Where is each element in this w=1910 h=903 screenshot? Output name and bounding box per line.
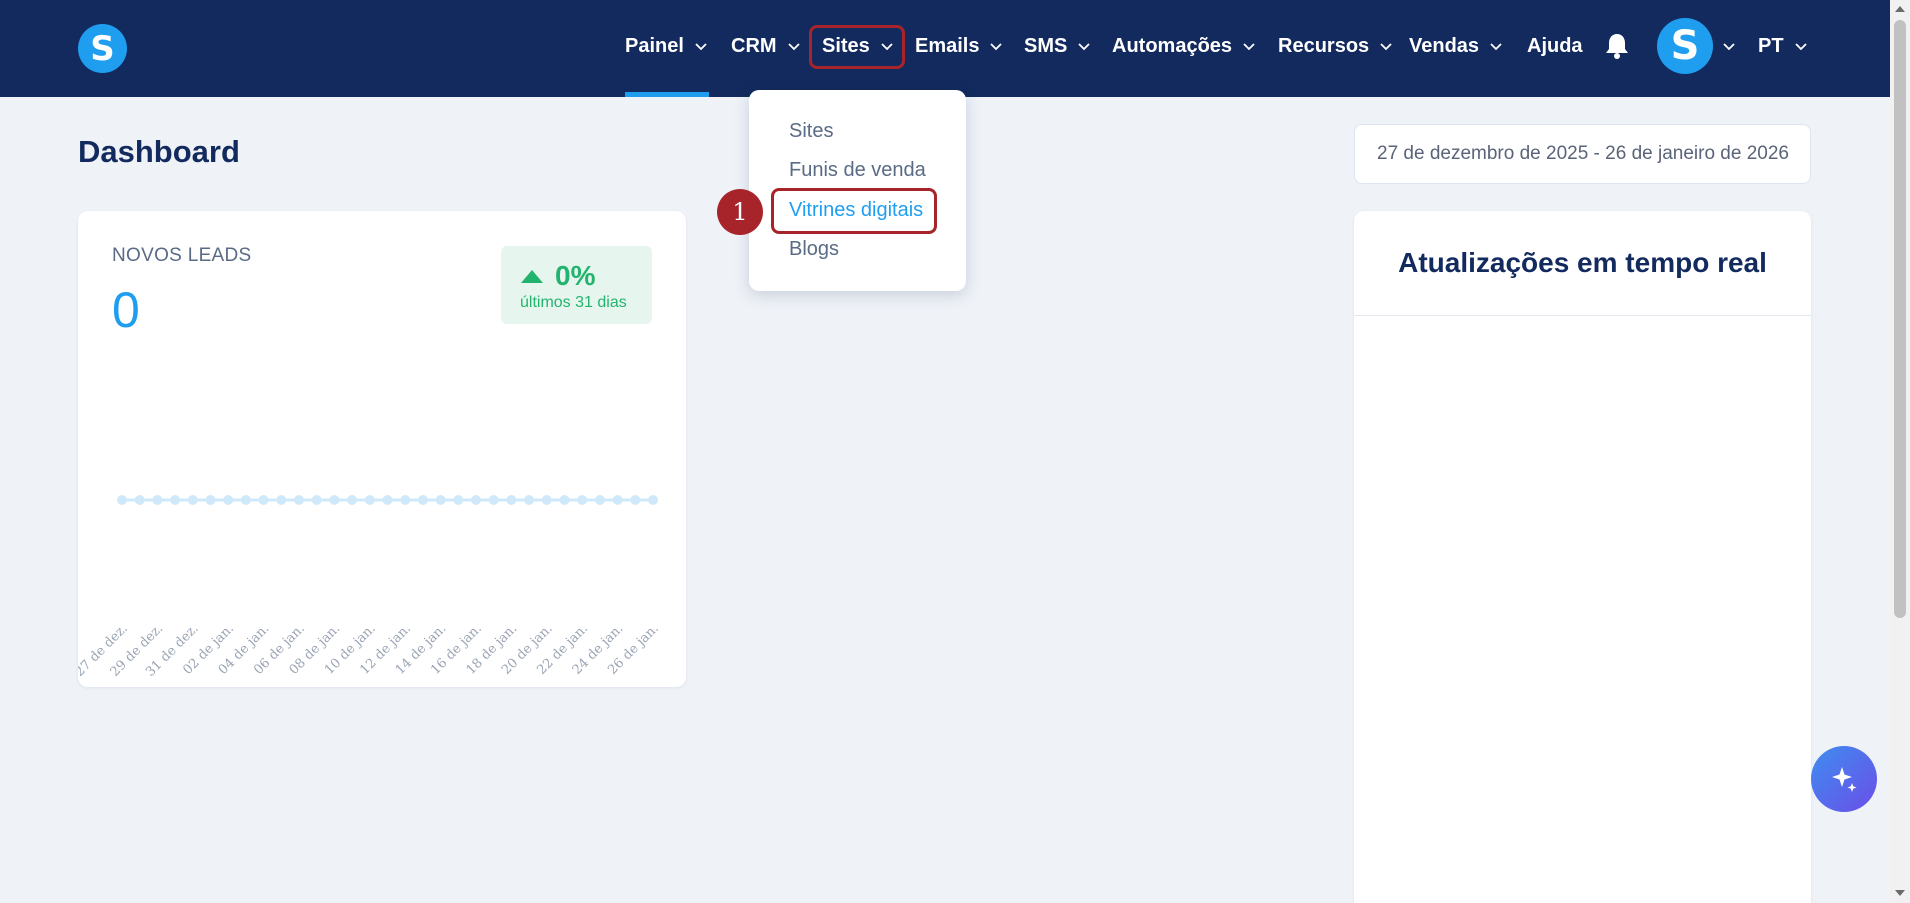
data-point[interactable] <box>417 495 428 505</box>
nav-item-sms[interactable]: SMS <box>1024 28 1091 64</box>
nav-item-painel[interactable]: Painel <box>625 28 708 64</box>
realtime-updates-card: Atualizações em tempo real <box>1354 211 1811 903</box>
nav-item-label: Vendas <box>1409 34 1480 57</box>
data-point[interactable] <box>559 495 570 505</box>
chevron-down-icon <box>694 39 708 53</box>
data-point[interactable] <box>223 495 234 505</box>
data-point[interactable] <box>240 495 251 505</box>
data-point[interactable] <box>506 495 517 505</box>
nav-item-label: Emails <box>915 34 980 57</box>
ai-assistant-button[interactable] <box>1811 746 1877 812</box>
nav-item-label: Sites <box>822 34 870 57</box>
data-point[interactable] <box>170 495 181 505</box>
chevron-down-icon <box>1379 39 1393 53</box>
sites-dropdown-menu: Sites Funis de venda Vitrines digitais B… <box>749 90 966 291</box>
leads-line-chart: 27 de dez.29 de dez.31 de dez.02 de jan.… <box>78 495 662 680</box>
data-point[interactable] <box>471 495 481 505</box>
data-point[interactable] <box>152 495 163 505</box>
data-point[interactable] <box>276 495 287 505</box>
nav-item-vendas[interactable]: Vendas <box>1409 28 1503 64</box>
data-point[interactable] <box>541 495 552 505</box>
nav-item-label: SMS <box>1024 34 1068 57</box>
nav-item-label: CRM <box>731 34 777 57</box>
data-point[interactable] <box>347 495 358 505</box>
dropdown-item-vitrines-digitais[interactable]: Vitrines digitais <box>789 199 923 222</box>
scroll-up-icon[interactable] <box>1895 6 1905 12</box>
vertical-scrollbar[interactable] <box>1890 0 1910 903</box>
language-label: PT <box>1758 34 1784 57</box>
dropdown-item-funis-de-venda[interactable]: Funis de venda <box>789 159 926 182</box>
nav-item-ajuda[interactable]: Ajuda <box>1527 28 1583 64</box>
chevron-down-icon[interactable] <box>1722 39 1736 53</box>
scrollbar-thumb[interactable] <box>1894 20 1906 618</box>
sparkle-icon <box>1832 767 1857 792</box>
nav-item-label: Ajuda <box>1527 34 1583 57</box>
data-point[interactable] <box>382 495 393 505</box>
data-point[interactable] <box>400 495 411 505</box>
avatar[interactable]: S <box>1657 18 1713 74</box>
data-point[interactable] <box>134 495 145 505</box>
chevron-down-icon <box>1489 39 1503 53</box>
data-point[interactable] <box>294 495 304 505</box>
dropdown-item-blogs[interactable]: Blogs <box>789 238 839 261</box>
nav-item-sites[interactable]: Sites <box>822 28 894 64</box>
scroll-down-icon[interactable] <box>1895 890 1905 896</box>
date-range-picker[interactable]: 27 de dezembro de 2025 - 26 de janeiro d… <box>1354 124 1811 184</box>
data-point[interactable] <box>205 495 216 505</box>
nav-item-automacoes[interactable]: Automações <box>1112 28 1256 64</box>
data-point[interactable] <box>453 495 464 505</box>
new-leads-card: NOVOS LEADS 0 0% últimos 31 dias 27 de d… <box>78 211 686 687</box>
nav-item-label: Automações <box>1112 34 1233 57</box>
step-number-badge: 1 <box>717 189 763 235</box>
data-point[interactable] <box>329 495 340 505</box>
page-title: Dashboard <box>78 134 240 169</box>
data-point[interactable] <box>577 495 588 505</box>
data-point[interactable] <box>364 495 375 505</box>
data-point[interactable] <box>594 495 605 505</box>
data-point[interactable] <box>648 495 658 505</box>
data-point[interactable] <box>435 495 446 505</box>
data-point[interactable] <box>311 495 322 505</box>
language-selector[interactable]: PT <box>1758 28 1808 64</box>
chevron-down-icon <box>1077 39 1091 53</box>
chevron-down-icon <box>787 39 801 53</box>
divider <box>1354 315 1811 316</box>
data-point[interactable] <box>258 495 269 505</box>
data-point[interactable] <box>524 495 535 505</box>
data-point[interactable] <box>612 495 623 505</box>
active-tab-indicator <box>625 92 709 97</box>
brand-logo[interactable]: S <box>78 24 127 73</box>
chevron-down-icon <box>989 39 1003 53</box>
nav-item-recursos[interactable]: Recursos <box>1278 28 1393 64</box>
chevron-down-icon <box>880 39 894 53</box>
chevron-down-icon <box>1242 39 1256 53</box>
data-point[interactable] <box>187 495 198 505</box>
realtime-title: Atualizações em tempo real <box>1398 247 1767 278</box>
nav-item-label: Painel <box>625 34 684 57</box>
data-point[interactable] <box>630 495 641 505</box>
top-navbar: S Painel CRM Sites Emails SMS Automações… <box>0 0 1890 97</box>
bell-icon[interactable] <box>1604 32 1630 60</box>
data-point[interactable] <box>488 495 499 505</box>
nav-item-label: Recursos <box>1278 34 1370 57</box>
chevron-down-icon <box>1794 39 1808 53</box>
data-point[interactable] <box>117 495 127 505</box>
nav-item-crm[interactable]: CRM <box>731 28 801 64</box>
nav-item-emails[interactable]: Emails <box>915 28 1003 64</box>
dropdown-item-sites[interactable]: Sites <box>789 120 833 143</box>
